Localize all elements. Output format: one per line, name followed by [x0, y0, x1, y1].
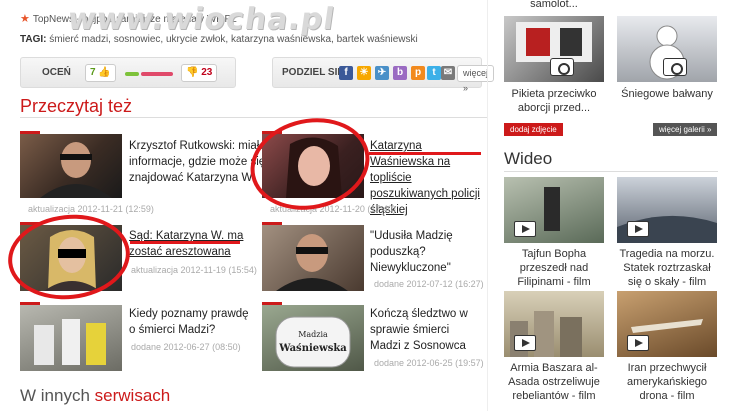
- tags-label: TAGI:: [20, 34, 47, 45]
- vote-up-button[interactable]: 7 👍: [85, 64, 116, 82]
- article-title[interactable]: Kończą śledztwo w sprawie śmierci Madzi …: [370, 306, 482, 354]
- video-thumb[interactable]: [617, 177, 717, 243]
- article-date: dodane 2012-07-12 (16:27): [374, 279, 484, 289]
- article-thumb[interactable]: [20, 134, 122, 198]
- vote-down-count: 23: [201, 67, 213, 78]
- tags-line: TAGI: śmierć madzi, sosnowiec, ukrycie z…: [20, 34, 418, 45]
- rating-label: OCEŃ: [42, 67, 71, 78]
- article-thumb[interactable]: [20, 305, 122, 371]
- article-date: dodane 2012-06-27 (08:50): [131, 342, 241, 352]
- woman-blurred-image: [44, 230, 100, 291]
- other-services-bold: serwisach: [94, 386, 171, 405]
- article-title[interactable]: Kiedy poznamy prawdę o śmierci Madzi?: [129, 306, 251, 338]
- vote-up-count: 7: [90, 67, 96, 78]
- email-icon[interactable]: ✉: [441, 66, 455, 80]
- other-services-prefix: W innych: [20, 386, 90, 405]
- article-date: aktualizacja 2012-11-19 (15:54): [131, 265, 257, 275]
- article-title[interactable]: Sąd: Katarzyna W. ma zostać aresztowana: [129, 228, 249, 260]
- sign-line-1: Madzia: [298, 330, 328, 339]
- sign-line-2: Waśniewska: [278, 343, 347, 354]
- camera-icon: [663, 58, 687, 76]
- video-caption[interactable]: Tragedia na morzu. Statek roztrzaskał si…: [617, 247, 717, 289]
- article-thumb[interactable]: [20, 225, 122, 291]
- blip-icon[interactable]: b: [393, 66, 407, 80]
- section-title: Przeczytaj też: [20, 96, 133, 116]
- topnews-line[interactable]: ★ TopNews - najpopularniejsze materiały W…: [20, 12, 237, 25]
- article-title[interactable]: Krzysztof Rutkowski: miałem informacje, …: [129, 138, 277, 186]
- woman-portrait-image: [286, 137, 342, 198]
- topnews-text: TopNews - najpopularniejsze materiały WP…: [32, 14, 237, 25]
- video-thumb[interactable]: [504, 291, 604, 357]
- other-services-heading: W innych serwisach: [20, 386, 170, 406]
- article-date: dodane 2012-06-25 (19:57): [374, 358, 484, 368]
- article-date: aktualizacja 2012-11-21 (12:59): [28, 204, 154, 214]
- play-icon: [514, 221, 536, 237]
- gallery-top-caption[interactable]: samolot...: [504, 0, 604, 11]
- grave-sign-image: Madzia Waśniewska: [275, 316, 351, 368]
- tags-values[interactable]: śmierć madzi, sosnowiec, ukrycie zwłok, …: [49, 34, 417, 45]
- section-divider: [20, 117, 488, 118]
- annotation-underline: [130, 241, 240, 244]
- annotation-underline: [369, 152, 481, 155]
- man-sunglasses-image: [40, 142, 112, 198]
- play-icon: [627, 221, 649, 237]
- article-title[interactable]: "Udusiła Madzię poduszką? Niewykluczone": [370, 228, 482, 276]
- share-bar: PODZIEL SIĘ f ☀ ✈ b p t ✉ więcej »: [272, 57, 495, 93]
- video-thumb[interactable]: [617, 291, 717, 357]
- article-date: aktualizacja 2012-11-20 (17:40): [270, 204, 396, 214]
- video-section-title: Wideo: [504, 149, 553, 168]
- video-divider: [504, 171, 718, 172]
- video-caption[interactable]: Iran przechwycił amerykańskiego drona - …: [617, 361, 717, 403]
- share-more-button[interactable]: więcej »: [457, 65, 495, 93]
- play-icon: [514, 335, 536, 351]
- facebook-icon[interactable]: f: [339, 66, 353, 80]
- pinger-icon[interactable]: p: [411, 66, 425, 80]
- sun-icon[interactable]: ☀: [357, 66, 371, 80]
- rating-bar: OCEŃ 7 👍 👎 23: [20, 57, 236, 88]
- article-thumb[interactable]: [262, 134, 364, 198]
- video-caption[interactable]: Armia Baszara al-Asada ostrzeliwuje rebe…: [504, 361, 604, 403]
- share-label: PODZIEL SIĘ: [282, 67, 345, 78]
- man-sunglasses-image: [276, 234, 348, 291]
- gallery-caption[interactable]: Śniegowe bałwany: [617, 87, 717, 101]
- vote-meter-positive: [125, 72, 139, 76]
- vote-meter-negative: [141, 72, 173, 76]
- article-thumb[interactable]: Madzia Waśniewska: [262, 305, 364, 371]
- camera-icon: [550, 58, 574, 76]
- gallery-thumb[interactable]: [504, 16, 604, 82]
- star-icon: ★: [20, 13, 30, 25]
- gallery-thumb[interactable]: [617, 16, 717, 82]
- article-thumb[interactable]: [262, 225, 364, 291]
- vote-down-button[interactable]: 👎 23: [181, 64, 218, 82]
- more-galleries-button[interactable]: więcej galerii »: [653, 123, 718, 136]
- forensics-scene-image: [34, 319, 106, 365]
- video-caption[interactable]: Tajfun Bopha przeszedł nad Filipinami - …: [504, 247, 604, 289]
- gallery-caption[interactable]: Pikieta przeciwko aborcji przed...: [504, 87, 604, 115]
- column-divider: [487, 0, 488, 411]
- twitter-icon[interactable]: t: [427, 66, 441, 80]
- thumb-down-icon: 👎: [186, 67, 199, 78]
- play-icon: [627, 335, 649, 351]
- add-photo-button[interactable]: dodaj zdjęcie: [504, 123, 563, 136]
- thumb-up-icon: 👍: [98, 67, 111, 78]
- video-thumb[interactable]: [504, 177, 604, 243]
- bird-icon[interactable]: ✈: [375, 66, 389, 80]
